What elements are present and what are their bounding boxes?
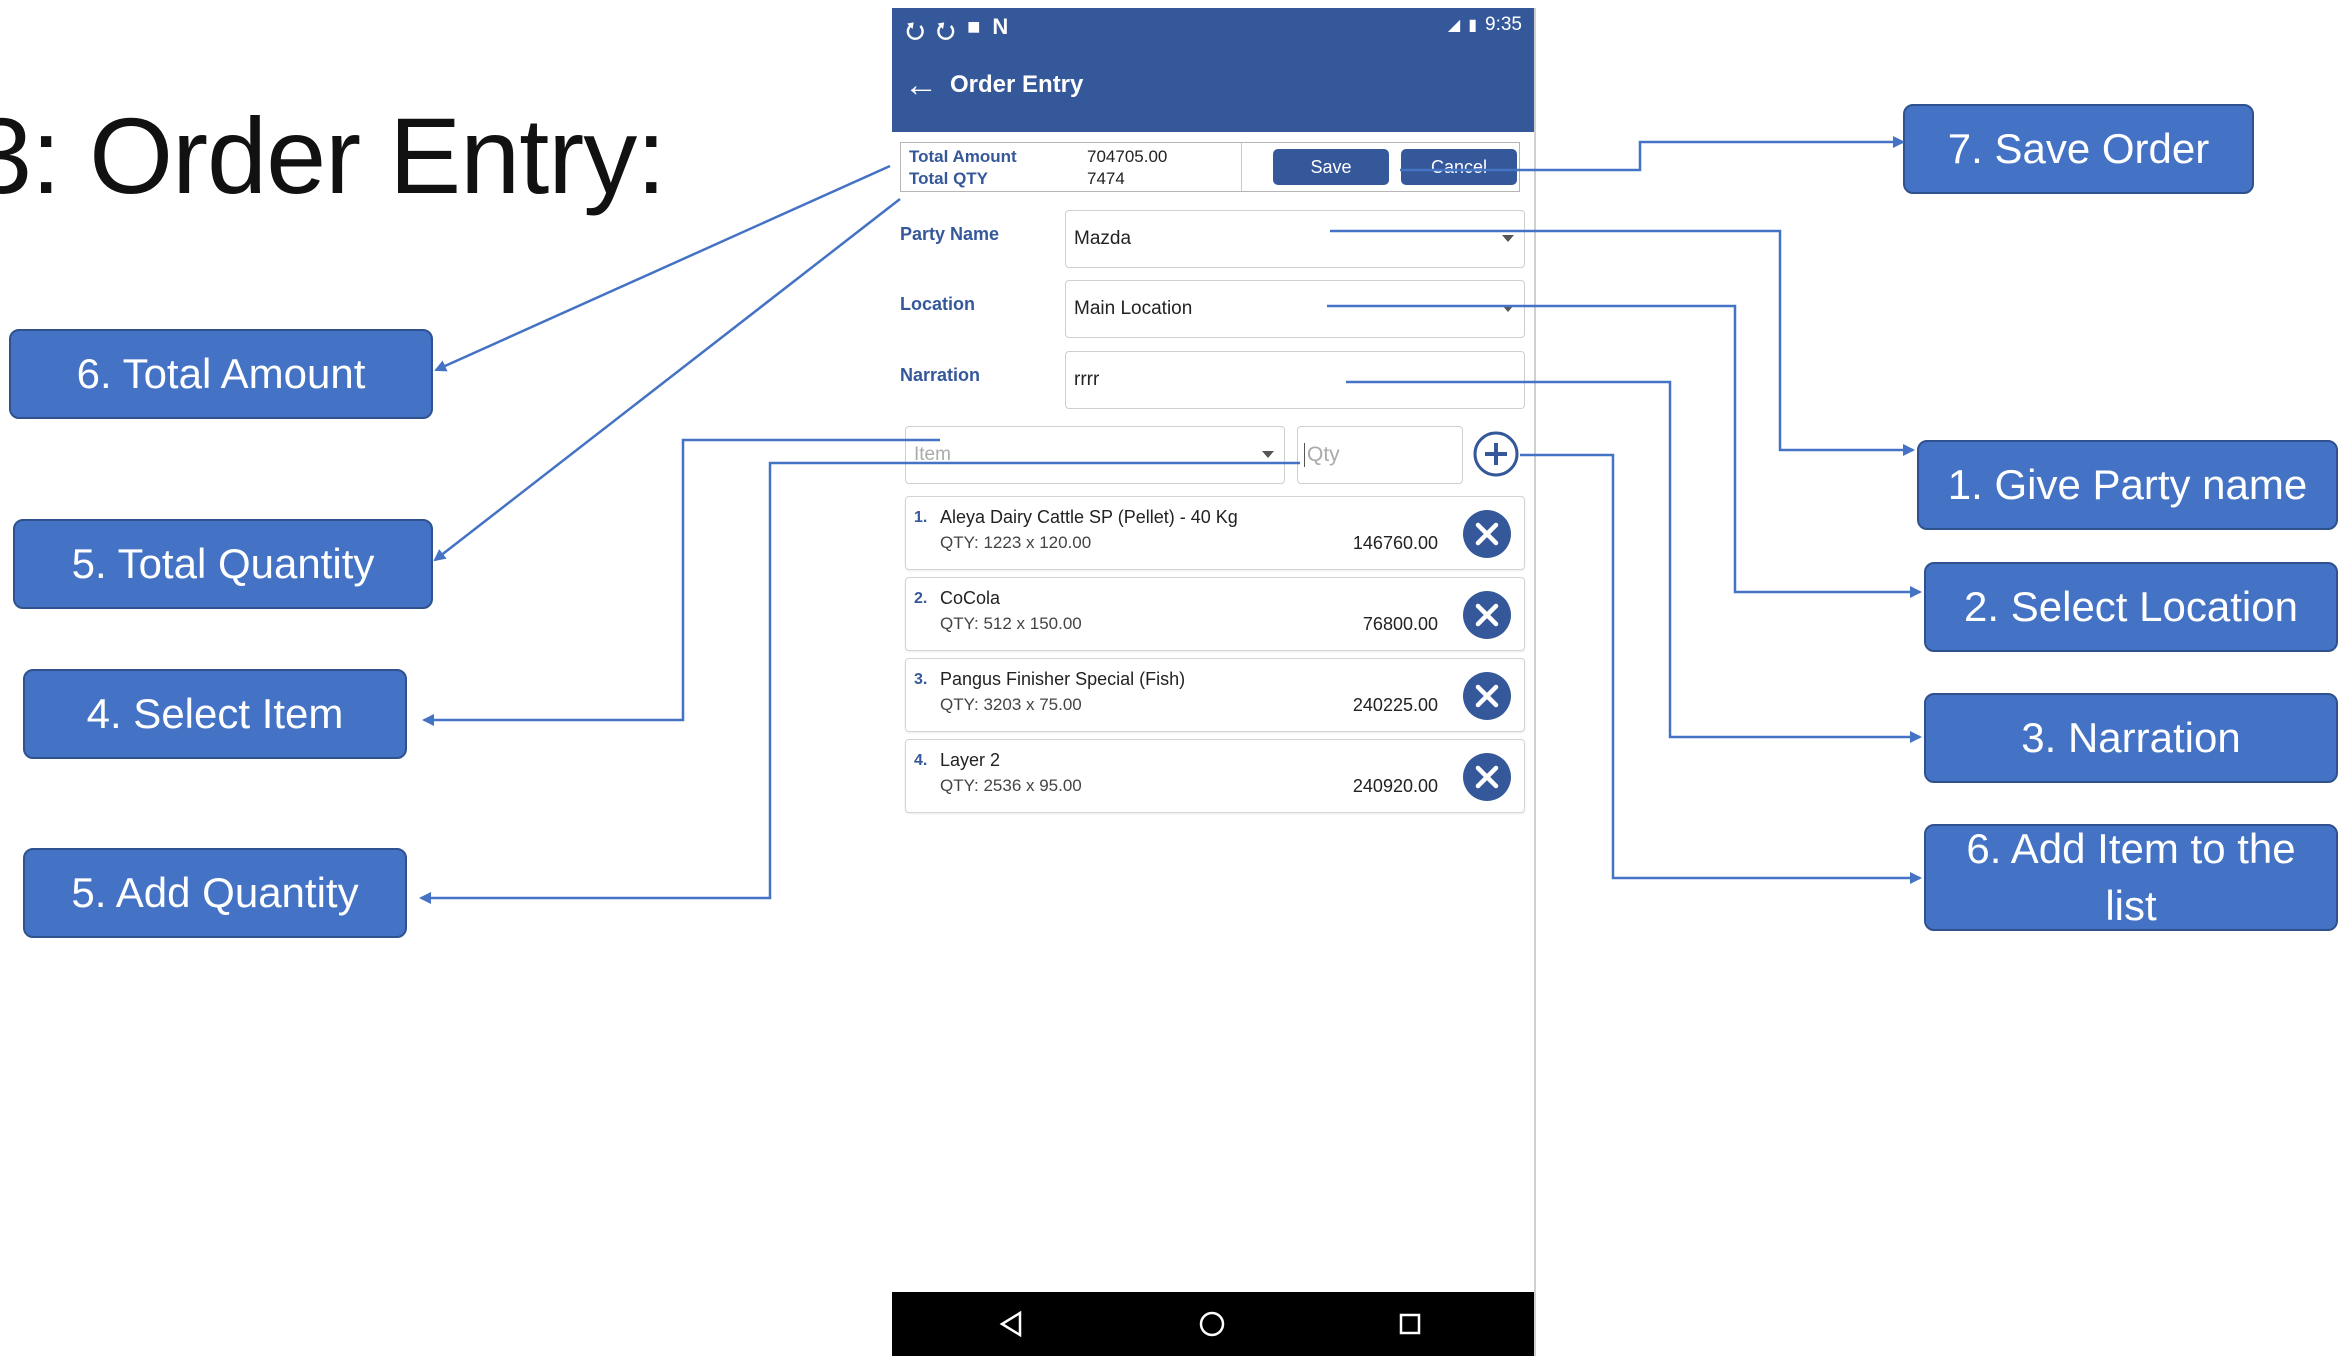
qty-placeholder: Qty (1304, 443, 1340, 467)
item-placeholder: Item (914, 444, 951, 465)
slide-title: 3: Order Entry: (0, 95, 666, 216)
list-item: 3. Pangus Finisher Special (Fish) QTY: 3… (905, 658, 1525, 732)
narration-label: Narration (900, 365, 981, 385)
party-name-dropdown[interactable]: Mazda (1065, 210, 1525, 268)
callout-total-quantity: 5. Total Quantity (13, 519, 433, 609)
chevron-down-icon (1502, 305, 1514, 312)
total-amount-value: 704705.00 (1087, 147, 1168, 166)
callout-total-amount: 6. Total Amount (9, 329, 433, 419)
summary-divider (1241, 143, 1242, 191)
phone-screen: ⭮ ⭮ ■ N ◢ ▮ 9:35 ← Order Entry Total Amo… (892, 8, 1536, 1356)
cancel-button[interactable]: Cancel (1401, 149, 1517, 185)
item-dropdown[interactable]: Item (905, 426, 1285, 484)
item-number: 3. (914, 671, 928, 688)
callout-select-item: 4. Select Item (23, 669, 407, 759)
chevron-down-icon (1502, 235, 1514, 242)
status-bar-left-icons: ⭮ ⭮ ■ N (906, 14, 1008, 52)
location-dropdown[interactable]: Main Location (1065, 280, 1525, 338)
list-item: 4. Layer 2 QTY: 2536 x 95.00 240920.00 (905, 739, 1525, 813)
close-icon[interactable] (1462, 590, 1512, 640)
sd-card-icon: ■ (967, 14, 981, 39)
party-name-value: Mazda (1074, 228, 1132, 249)
item-number: 1. (914, 509, 928, 526)
narration-value: rrrr (1074, 369, 1100, 390)
item-qty: QTY: 1223 x 120.00 (940, 533, 1092, 552)
item-name: Layer 2 (940, 750, 1001, 770)
item-number: 2. (914, 590, 928, 607)
item-number: 4. (914, 752, 928, 769)
home-nav-icon[interactable] (1198, 1310, 1226, 1338)
app-bar: ⭮ ⭮ ■ N ◢ ▮ 9:35 ← Order Entry (892, 8, 1534, 132)
recents-nav-icon[interactable] (1398, 1312, 1422, 1336)
total-qty-label: Total QTY (909, 169, 989, 188)
item-qty: QTY: 3203 x 75.00 (940, 695, 1082, 714)
item-amount: 240920.00 (1352, 776, 1438, 796)
location-value: Main Location (1074, 298, 1193, 319)
item-qty: QTY: 2536 x 95.00 (940, 776, 1082, 795)
connector-total-quantity (433, 198, 901, 562)
callout-save-order: 7. Save Order (1903, 104, 2254, 194)
item-amount: 240225.00 (1352, 695, 1438, 715)
total-amount-label: Total Amount (909, 147, 1017, 166)
chevron-down-icon (1262, 451, 1274, 458)
callout-add-quantity: 5. Add Quantity (23, 848, 407, 938)
list-item: 2. CoCola QTY: 512 x 150.00 76800.00 (905, 577, 1525, 651)
callout-narration: 3. Narration (1924, 693, 2338, 783)
add-item-button[interactable] (1472, 430, 1520, 478)
battery-icon: ▮ (1468, 17, 1478, 34)
location-label: Location (900, 294, 975, 314)
party-name-label: Party Name (900, 224, 1000, 244)
item-amount: 146760.00 (1352, 533, 1438, 553)
status-time: 9:35 (1485, 14, 1522, 35)
item-name: Aleya Dairy Cattle SP (Pellet) - 40 Kg (940, 507, 1238, 527)
status-bar-right: ◢ ▮ 9:35 (1448, 14, 1522, 36)
item-name: Pangus Finisher Special (Fish) (940, 669, 1186, 689)
android-nav-bar (892, 1292, 1534, 1356)
total-qty-value: 7474 (1087, 169, 1125, 188)
callout-add-item: 6. Add Item to the list (1924, 824, 2338, 931)
n-icon: N (992, 14, 1009, 39)
close-icon[interactable] (1462, 671, 1512, 721)
item-qty: QTY: 512 x 150.00 (940, 614, 1082, 633)
callout-add-item-line2: list (2105, 881, 2157, 929)
qty-input[interactable]: Qty (1297, 426, 1463, 484)
callout-select-location: 2. Select Location (1924, 562, 2338, 652)
narration-input[interactable]: rrrr (1065, 351, 1525, 409)
callout-party-name: 1. Give Party name (1917, 440, 2338, 530)
signal-icon: ◢ (1447, 17, 1461, 34)
page-title: Order Entry (950, 71, 1084, 98)
arrow-left-icon[interactable]: ← (904, 68, 938, 102)
connector-add-item (1520, 453, 1922, 884)
close-icon[interactable] (1462, 509, 1512, 559)
back-nav-icon[interactable] (998, 1310, 1024, 1338)
list-item: 1. Aleya Dairy Cattle SP (Pellet) - 40 K… (905, 496, 1525, 570)
close-icon[interactable] (1462, 752, 1512, 802)
callout-add-item-line1: 6. Add Item to the (1966, 824, 2296, 872)
order-summary: Total Amount 704705.00 Total QTY 7474 Sa… (900, 142, 1520, 192)
connector-select-item (422, 438, 940, 726)
item-amount: 76800.00 (1362, 614, 1438, 634)
item-name: CoCola (940, 588, 1001, 608)
save-button[interactable]: Save (1273, 149, 1389, 185)
notification-icon: ⭮ (936, 18, 956, 43)
notification-icon: ⭮ (906, 18, 925, 43)
